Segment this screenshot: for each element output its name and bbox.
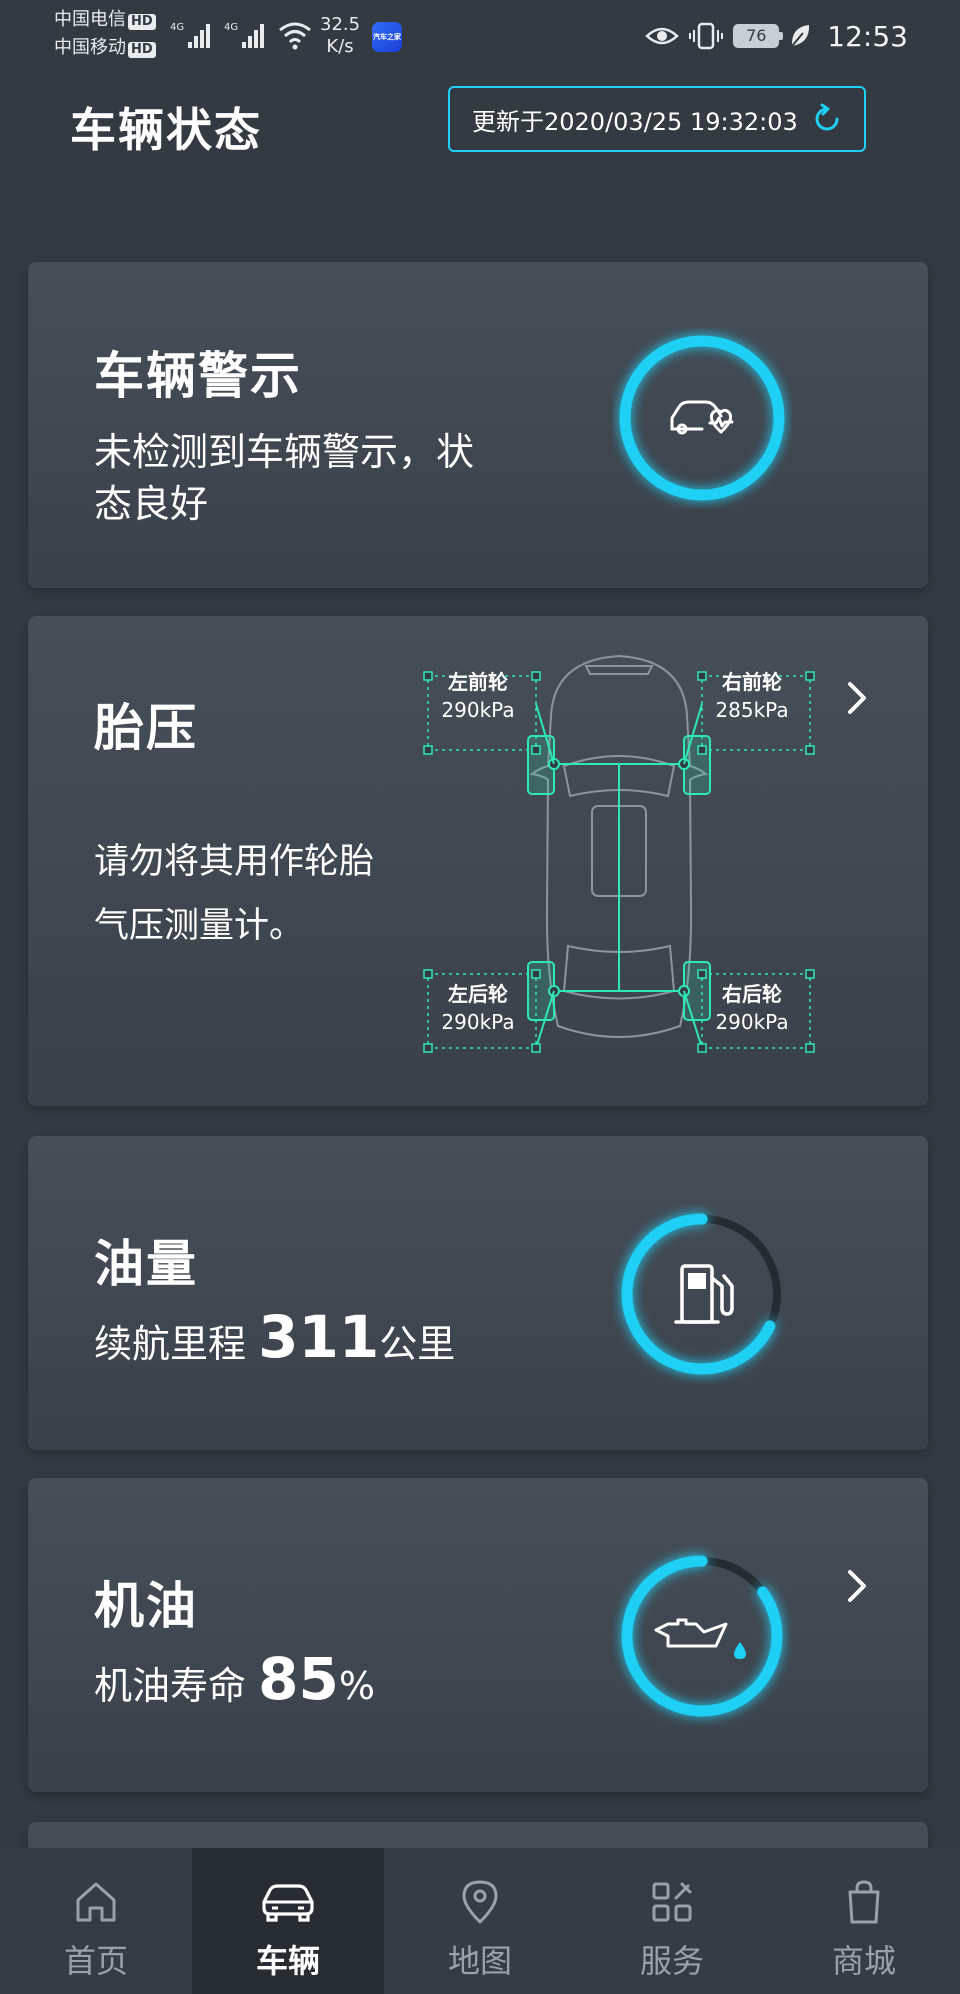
engine-oil-card[interactable]: 机油 机油寿命 85% <box>28 1478 928 1792</box>
update-timestamp: 更新于2020/03/25 19:32:03 <box>472 107 798 136</box>
nav-map-label: 地图 <box>447 1942 512 1980</box>
tire-desc-line1: 请勿将其用作轮胎 <box>94 842 375 882</box>
status-right: 76 12:53 <box>645 16 908 56</box>
nav-mall-label: 商城 <box>831 1942 896 1980</box>
fuel-range: 续航里程 311公里 <box>94 1302 455 1379</box>
tire-rear-right-value: 290kPa <box>715 1010 789 1034</box>
clock: 12:53 <box>827 19 908 53</box>
nav-home-label: 首页 <box>63 1942 128 1980</box>
fuel-range-value: 311 <box>258 1303 380 1371</box>
chevron-right-icon[interactable] <box>844 1566 870 1606</box>
nav-vehicle[interactable]: 车辆 <box>192 1848 384 1994</box>
nav-vehicle-label: 车辆 <box>255 1942 320 1980</box>
tire-desc-line2: 气压测量计。 <box>94 906 305 946</box>
oil-gauge <box>621 1555 783 1717</box>
carrier-1-name: 中国电信 <box>54 9 126 30</box>
app-notification-icon: 汽车之家 <box>372 22 402 52</box>
oil-life-unit: % <box>338 1664 375 1708</box>
tire-rear-left-name: 左后轮 <box>448 982 508 1006</box>
nav-home[interactable]: 首页 <box>0 1848 192 1994</box>
battery-icon: 76 <box>733 24 784 48</box>
oil-can-icon <box>654 1618 728 1648</box>
signal-2-icon: 4G <box>224 22 264 48</box>
oil-life-label: 机油寿命 <box>94 1664 247 1708</box>
fuel-title: 油量 <box>94 1235 198 1293</box>
oil-title: 机油 <box>94 1577 198 1635</box>
vehicle-warning-card[interactable]: 车辆警示 未检测到车辆警示，状 态良好 <box>28 262 928 588</box>
fuel-gauge <box>621 1213 783 1375</box>
tire-rear-left: 左后轮 290kPa <box>428 980 528 1036</box>
tire-front-right: 右前轮 285kPa <box>702 668 802 724</box>
vehicle-health-ring <box>619 335 785 501</box>
hd-badge-1: HD <box>128 14 156 30</box>
oil-drop-icon <box>734 1642 746 1659</box>
eye-icon <box>645 27 680 45</box>
wifi-icon <box>279 22 311 50</box>
hd-badge-2: HD <box>128 42 156 58</box>
home-icon <box>76 1882 116 1922</box>
oil-life: 机油寿命 85% <box>94 1644 375 1721</box>
oil-life-value: 85 <box>258 1645 339 1713</box>
tire-rear-right: 右后轮 290kPa <box>702 980 802 1036</box>
leaf-icon <box>791 25 810 47</box>
nav-services-label: 服务 <box>639 1942 704 1980</box>
net-type-2: 4G <box>224 22 238 33</box>
tire-title: 胎压 <box>94 699 198 757</box>
fuel-range-unit: 公里 <box>379 1322 456 1366</box>
fuel-card[interactable]: 油量 续航里程 311公里 <box>28 1136 928 1450</box>
warning-desc-line2: 态良好 <box>94 482 209 526</box>
warning-title: 车辆警示 <box>94 347 302 405</box>
tire-rear-right-name: 右后轮 <box>722 982 782 1006</box>
tire-front-left: 左前轮 290kPa <box>428 668 528 724</box>
net-type-1: 4G <box>170 22 184 33</box>
net-speed: 32.5 K/s <box>320 14 360 58</box>
tire-rear-left-value: 290kPa <box>441 1010 515 1034</box>
vibrate-icon <box>689 22 724 50</box>
tire-front-right-name: 右前轮 <box>722 670 782 694</box>
carrier-2: 中国移动 HD <box>54 36 156 60</box>
bottom-navigation: 首页 车辆 地图 服务 商城 <box>0 1848 960 1994</box>
car-heart-icon <box>670 400 734 435</box>
tire-front-right-value: 285kPa <box>715 698 789 722</box>
map-pin-icon <box>462 1880 498 1924</box>
signal-1-icon: 4G <box>170 22 210 48</box>
fuel-range-label: 续航里程 <box>94 1322 247 1366</box>
tire-description: 请勿将其用作轮胎 气压测量计。 <box>94 830 374 958</box>
tire-pressure-card[interactable]: 胎压 请勿将其用作轮胎 气压测量计。 左前轮 290kPa 右前轮 285kPa… <box>28 616 928 1106</box>
fuel-gauge-arc <box>621 1213 783 1375</box>
nav-mall[interactable]: 商城 <box>768 1848 960 1994</box>
page-title: 车辆状态 <box>70 103 262 157</box>
services-icon <box>652 1882 692 1922</box>
nav-map[interactable]: 地图 <box>384 1848 576 1994</box>
net-speed-value: 32.5 <box>320 14 361 35</box>
tire-front-left-name: 左前轮 <box>448 670 508 694</box>
carrier-2-name: 中国移动 <box>54 37 126 58</box>
shopping-bag-icon <box>848 1880 880 1924</box>
refresh-button[interactable]: 更新于2020/03/25 19:32:03 <box>448 86 866 152</box>
warning-desc-line1: 未检测到车辆警示，状 <box>94 430 475 474</box>
warning-description: 未检测到车辆警示，状 态良好 <box>94 426 474 530</box>
fuel-pump-icon <box>674 1264 734 1324</box>
oil-gauge-arc <box>621 1555 783 1717</box>
carrier-1: 中国电信 HD <box>54 8 156 32</box>
tire-front-left-value: 290kPa <box>441 698 515 722</box>
net-speed-unit: K/s <box>326 36 354 57</box>
refresh-icon <box>815 103 839 131</box>
status-bar: 中国电信 HD 中国移动 HD 4G 4G 32.5 K/s 汽车之家 76 1… <box>0 0 960 70</box>
car-icon <box>262 1884 314 1922</box>
nav-services[interactable]: 服务 <box>576 1848 768 1994</box>
